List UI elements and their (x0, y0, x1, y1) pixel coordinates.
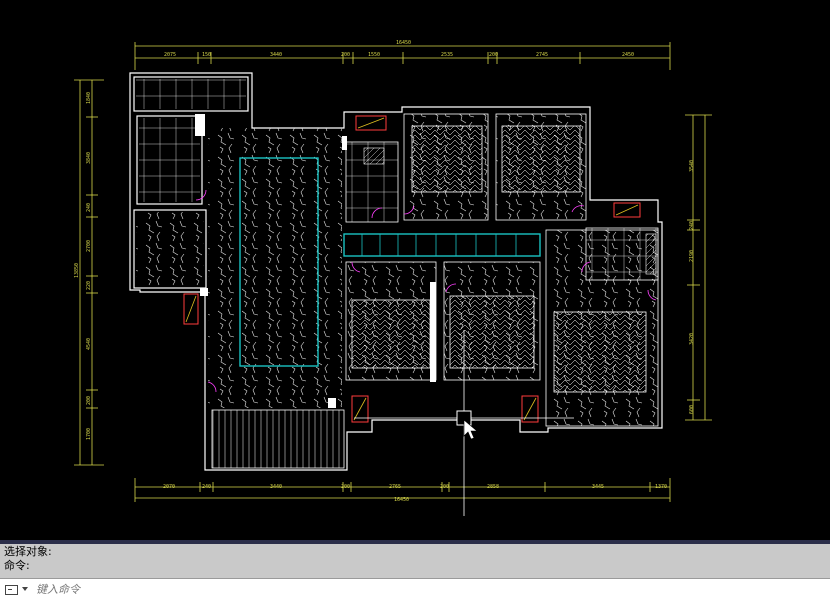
command-history: 选择对象: 命令: (4, 545, 52, 573)
bedroom-2-bed (501, 125, 581, 193)
command-area-divider[interactable] (0, 540, 830, 544)
bedroom-1-bed (411, 125, 483, 193)
dim-top-5: 1550 (368, 52, 380, 58)
dim-top-1: 2075 (164, 52, 176, 58)
command-history-line: 选择对象: (4, 545, 52, 558)
command-prompt-icon[interactable] (5, 585, 18, 595)
dim-left-7: 200 (86, 396, 92, 405)
command-line[interactable] (0, 578, 830, 601)
dim-top-9: 2450 (622, 52, 634, 58)
dim-bottom-7: 2858 (487, 484, 499, 490)
dim-left-total: 13850 (74, 263, 80, 278)
dim-top-7: 200 (489, 52, 498, 58)
dim-top-total: 16450 (396, 40, 411, 46)
dim-bottom-8: 3445 (592, 484, 604, 490)
rooms (136, 79, 659, 469)
floor-plan-drawing[interactable]: 16450 2075 150 3440 200 1550 2535 200 27… (0, 0, 830, 540)
master-bed (553, 311, 647, 393)
bedroom-3-bed (351, 299, 431, 369)
dimension-left: 13850 1840 3840 240 2700 220 4540 200 17… (74, 79, 104, 466)
balcony-tiles (136, 79, 246, 109)
bathroom-2-fixture (645, 233, 657, 275)
dim-top-4: 200 (341, 52, 350, 58)
dim-right-4: 3420 (689, 333, 695, 345)
kitchen-tiles (139, 118, 200, 202)
dim-bottom-4: 200 (341, 484, 350, 490)
dim-top-6: 2535 (441, 52, 453, 58)
dim-left-3: 240 (86, 203, 92, 212)
corridor-cabinet (343, 233, 541, 257)
dim-bottom-3: 3440 (270, 484, 282, 490)
command-area: 选择对象: 命令: (0, 540, 830, 601)
dim-right-3: 2190 (689, 250, 695, 262)
command-history-line: 命令: (4, 559, 30, 572)
dim-left-8: 1700 (86, 428, 92, 440)
command-input[interactable] (36, 581, 816, 598)
dim-top-2: 150 (202, 52, 211, 58)
dim-bottom-9: 1370 (655, 484, 667, 490)
dim-right-1: 3540 (689, 160, 695, 172)
dimension-bottom: 16450 2070 240 3440 200 2765 200 2858 34… (134, 478, 671, 503)
dim-left-4: 2700 (86, 240, 92, 252)
dim-right-2: 240 (689, 221, 695, 230)
dimension-right: 3540 240 2190 3420 600 (685, 114, 712, 421)
south-balcony (211, 409, 345, 469)
entry-marble (136, 212, 204, 286)
dimension-top: 16450 2075 150 3440 200 1550 2535 200 27… (134, 40, 671, 70)
bedroom-4-bed (449, 295, 535, 369)
dim-right-5: 600 (689, 405, 695, 414)
dim-bottom-2: 240 (202, 484, 211, 490)
dim-left-5: 220 (86, 281, 92, 290)
dim-bottom-5: 2765 (389, 484, 401, 490)
chevron-down-icon[interactable] (22, 587, 28, 591)
dim-bottom-total: 16450 (394, 497, 409, 503)
dim-top-8: 2745 (536, 52, 548, 58)
dim-top-3: 3440 (270, 52, 282, 58)
dim-bottom-6: 200 (440, 484, 449, 490)
bathroom-fixture (363, 147, 385, 165)
dim-left-6: 4540 (86, 338, 92, 350)
cabinet-divisions (361, 234, 517, 256)
dim-left-1: 1840 (86, 92, 92, 104)
dim-left-2: 3840 (86, 152, 92, 164)
dim-bottom-1: 2070 (163, 484, 175, 490)
drawing-viewport[interactable]: 16450 2075 150 3440 200 1550 2535 200 27… (0, 0, 830, 540)
